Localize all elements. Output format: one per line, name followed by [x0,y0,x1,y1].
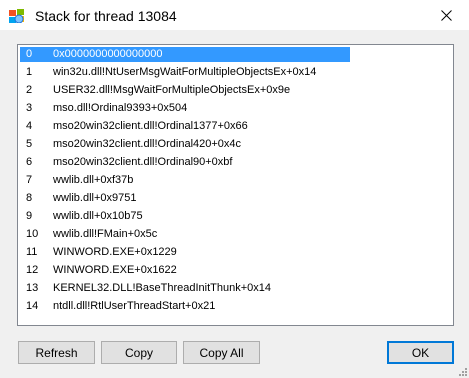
frame-address: WINWORD.EXE+0x1229 [53,246,177,258]
stack-frame-row[interactable]: 4 mso20win32client.dll!Ordinal1377+0x66 [20,119,350,134]
frame-address: mso.dll!Ordinal9393+0x504 [53,102,188,114]
stack-frame-row[interactable]: 13 KERNEL32.DLL!BaseThreadInitThunk+0x14 [20,281,350,296]
close-icon [440,9,452,21]
frame-address: KERNEL32.DLL!BaseThreadInitThunk+0x14 [53,282,271,294]
close-button[interactable] [423,0,469,30]
frame-address: USER32.dll!MsgWaitForMultipleObjectsEx+0… [53,84,291,96]
frame-address: WINWORD.EXE+0x1622 [53,264,177,276]
frame-address: mso20win32client.dll!Ordinal420+0x4c [53,138,242,150]
app-icon [9,9,25,24]
stack-frame-row[interactable]: 12 WINWORD.EXE+0x1622 [20,263,350,278]
stack-frame-list[interactable]: 0 0x0000000000000000 1 win32u.dll!NtUser… [17,44,454,326]
stack-frame-row[interactable]: 2 USER32.dll!MsgWaitForMultipleObjectsEx… [20,83,350,98]
frame-index: 2 [26,84,33,96]
frame-index: 14 [26,300,39,312]
resize-grip-icon[interactable] [459,368,467,376]
frame-address: mso20win32client.dll!Ordinal1377+0x66 [53,120,248,132]
frame-index: 12 [26,264,39,276]
frame-address: ntdll.dll!RtlUserThreadStart+0x21 [53,300,216,312]
stack-frame-row[interactable]: 9 wwlib.dll+0x10b75 [20,209,350,224]
stack-frame-row[interactable]: 10 wwlib.dll!FMain+0x5c [20,227,350,242]
copy-all-button[interactable]: Copy All [183,341,260,364]
window-title: Stack for thread 13084 [35,8,177,24]
frame-index: 3 [26,102,33,114]
stack-frame-row[interactable]: 3 mso.dll!Ordinal9393+0x504 [20,101,350,116]
stack-frame-row[interactable]: 0 0x0000000000000000 [20,47,350,62]
frame-address: 0x0000000000000000 [53,48,163,60]
frame-index: 0 [26,48,33,60]
stack-frame-row[interactable]: 1 win32u.dll!NtUserMsgWaitForMultipleObj… [20,65,350,80]
stack-frame-row[interactable]: 8 wwlib.dll+0x9751 [20,191,350,206]
frame-index: 6 [26,156,33,168]
frame-index: 11 [26,246,38,258]
frame-index: 9 [26,210,33,222]
frame-address: wwlib.dll+0x9751 [53,192,137,204]
title-bar: Stack for thread 13084 [0,0,469,30]
stack-frame-row[interactable]: 11 WINWORD.EXE+0x1229 [20,245,350,260]
frame-index: 4 [26,120,33,132]
frame-index: 1 [26,66,33,78]
ok-button[interactable]: OK [387,341,454,364]
frame-index: 13 [26,282,39,294]
frame-index: 10 [26,228,39,240]
frame-address: wwlib.dll+0xf37b [53,174,134,186]
frame-address: mso20win32client.dll!Ordinal90+0xbf [53,156,233,168]
frame-address: wwlib.dll+0x10b75 [53,210,143,222]
stack-frame-row[interactable]: 14 ntdll.dll!RtlUserThreadStart+0x21 [20,299,350,314]
stack-frame-row[interactable]: 7 wwlib.dll+0xf37b [20,173,350,188]
frame-index: 7 [26,174,33,186]
frame-index: 5 [26,138,33,150]
stack-frame-row[interactable]: 6 mso20win32client.dll!Ordinal90+0xbf [20,155,350,170]
stack-frame-row[interactable]: 5 mso20win32client.dll!Ordinal420+0x4c [20,137,350,152]
frame-address: wwlib.dll!FMain+0x5c [53,228,158,240]
frame-address: win32u.dll!NtUserMsgWaitForMultipleObjec… [53,66,317,78]
refresh-button[interactable]: Refresh [18,341,95,364]
frame-index: 8 [26,192,33,204]
copy-button[interactable]: Copy [101,341,177,364]
